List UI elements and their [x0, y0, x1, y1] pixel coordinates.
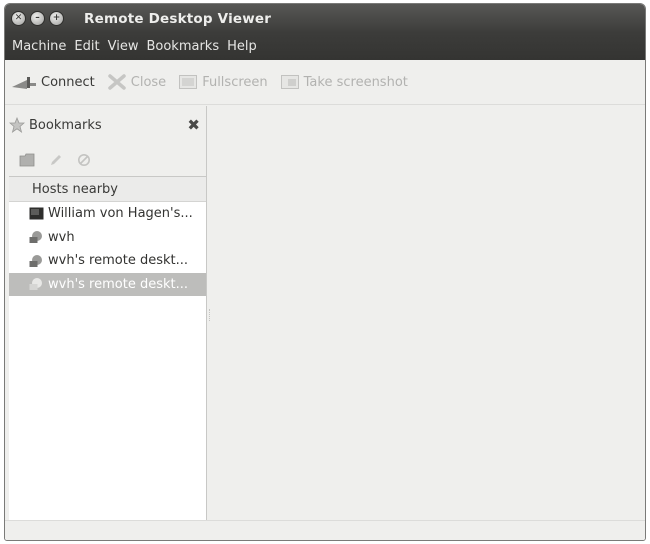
- host-label: William von Hagen's...: [48, 206, 193, 222]
- host-label: wvh's remote deskt...: [48, 253, 188, 269]
- window-title: Remote Desktop Viewer: [84, 10, 272, 27]
- remote-display-area[interactable]: [207, 106, 645, 521]
- close-label: Close: [130, 74, 167, 90]
- maximize-window-button[interactable]: +: [49, 11, 64, 26]
- menu-help[interactable]: Help: [223, 39, 261, 54]
- menu-view[interactable]: View: [104, 39, 143, 54]
- connect-icon: [11, 74, 37, 90]
- sidebar-tools: [9, 144, 206, 177]
- bookmark-star-icon: [9, 117, 25, 133]
- toolbar: Connect Close Fullscreen Take screenshot: [5, 60, 645, 105]
- edit-pencil-icon[interactable]: [49, 153, 63, 167]
- close-connection-button[interactable]: Close: [107, 73, 166, 91]
- host-item-selected[interactable]: wvh's remote deskt...: [9, 272, 206, 296]
- bookmarks-sidebar: Bookmarks ✖ Hosts nearby William von Hag…: [9, 106, 207, 521]
- connect-label: Connect: [41, 74, 95, 90]
- host-item[interactable]: William von Hagen's...: [9, 202, 206, 226]
- network-host-icon: [29, 254, 44, 268]
- close-icon[interactable]: ✖: [187, 116, 200, 134]
- screenshot-icon: [280, 73, 300, 91]
- take-screenshot-button[interactable]: Take screenshot: [280, 73, 408, 91]
- sidebar-header: Bookmarks ✖: [9, 106, 206, 144]
- connect-button[interactable]: Connect: [11, 74, 95, 90]
- title-bar: ✕ – + Remote Desktop Viewer: [5, 4, 645, 33]
- fullscreen-icon: [178, 73, 198, 91]
- network-host-icon: [29, 277, 44, 291]
- minimize-window-button[interactable]: –: [30, 11, 45, 26]
- menu-edit[interactable]: Edit: [70, 39, 103, 54]
- host-item[interactable]: wvh: [9, 226, 206, 250]
- window-controls: ✕ – +: [11, 11, 64, 26]
- monitor-icon: [29, 207, 44, 220]
- host-item[interactable]: wvh's remote deskt...: [9, 249, 206, 273]
- menu-bar: Machine Edit View Bookmarks Help: [5, 33, 645, 60]
- close-window-button[interactable]: ✕: [11, 11, 26, 26]
- host-label: wvh: [48, 229, 75, 245]
- new-folder-icon[interactable]: [19, 153, 35, 167]
- host-label: wvh's remote deskt...: [48, 276, 188, 292]
- fullscreen-label: Fullscreen: [202, 74, 268, 90]
- delete-icon[interactable]: [77, 153, 91, 167]
- menu-machine[interactable]: Machine: [8, 39, 70, 54]
- disconnect-icon: [107, 73, 127, 91]
- network-host-icon: [29, 230, 44, 244]
- menu-bookmarks[interactable]: Bookmarks: [142, 39, 223, 54]
- sidebar-title: Bookmarks: [29, 117, 102, 133]
- hosts-nearby-header[interactable]: Hosts nearby: [9, 177, 206, 202]
- fullscreen-button[interactable]: Fullscreen: [178, 73, 268, 91]
- status-bar: [5, 520, 645, 540]
- pane-splitter[interactable]: [209, 309, 212, 321]
- app-window: ✕ – + Remote Desktop Viewer Machine Edit…: [4, 3, 646, 541]
- screenshot-label: Take screenshot: [303, 74, 408, 90]
